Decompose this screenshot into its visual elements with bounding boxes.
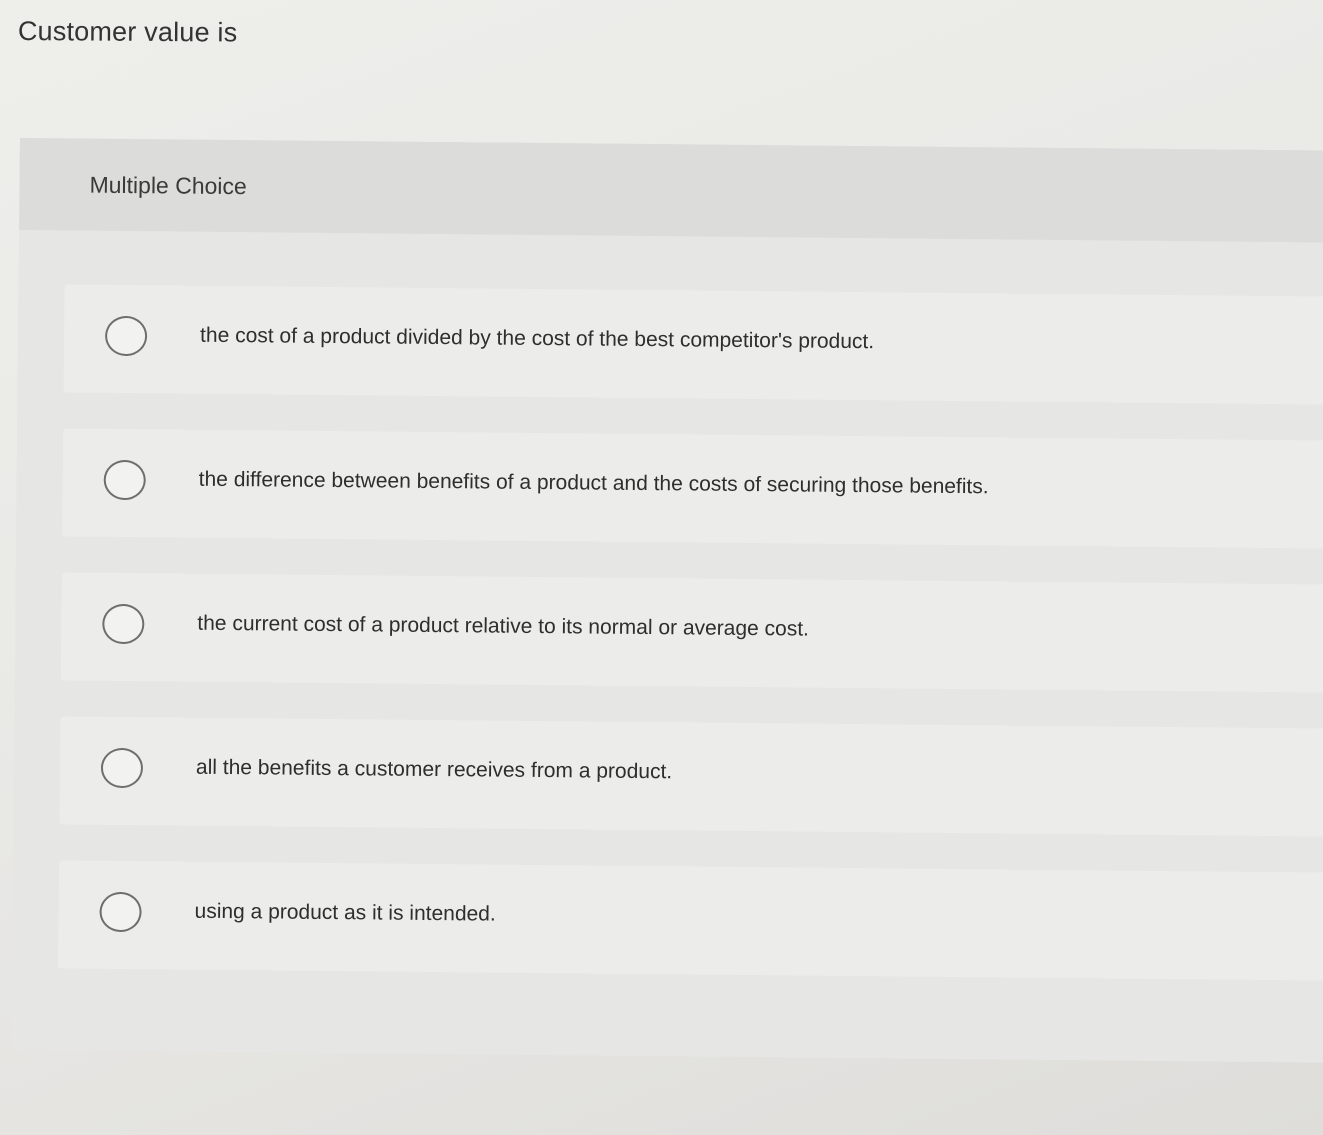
choice-option-4[interactable]: all the benefits a customer receives fro… [59, 716, 1323, 837]
choice-option-text: the cost of a product divided by the cos… [200, 323, 875, 354]
choice-option-text: using a product as it is intended. [194, 899, 496, 926]
choice-option-3[interactable]: the current cost of a product relative t… [60, 572, 1323, 693]
radio-button-icon[interactable] [104, 315, 148, 357]
choice-option-text: the current cost of a product relative t… [197, 611, 810, 641]
radio-button-icon[interactable] [100, 747, 144, 789]
choice-option-text: the difference between benefits of a pro… [198, 467, 989, 499]
choice-option-text: all the benefits a customer receives fro… [195, 755, 673, 784]
choices-list: the cost of a product divided by the cos… [11, 229, 1323, 1063]
question-prompt: Customer value is [17, 16, 238, 48]
choice-option-5[interactable]: using a product as it is intended. [58, 860, 1323, 981]
choice-option-1[interactable]: the cost of a product divided by the cos… [63, 284, 1323, 405]
multiple-choice-panel: Multiple Choice the cost of a product di… [11, 138, 1323, 1063]
radio-button-icon[interactable] [102, 603, 145, 645]
radio-button-icon[interactable] [99, 891, 142, 933]
multiple-choice-label: Multiple Choice [89, 171, 247, 200]
radio-button-icon[interactable] [103, 459, 146, 501]
choice-option-2[interactable]: the difference between benefits of a pro… [62, 428, 1323, 549]
multiple-choice-header: Multiple Choice [19, 138, 1323, 243]
